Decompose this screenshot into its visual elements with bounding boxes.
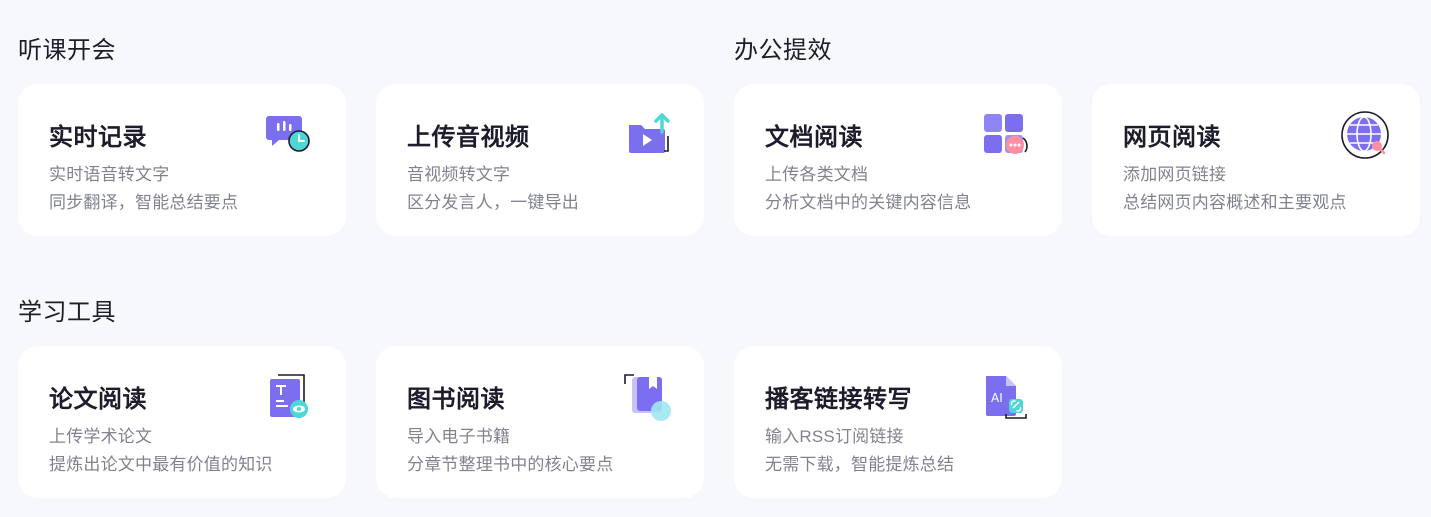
card-desc-line2: 区分发言人，一键导出 [407,193,579,212]
card-upload-media[interactable]: 上传音视频 音视频转文字 区分发言人，一键导出 [376,84,704,236]
ai-file-link-icon: AI [982,372,1032,422]
section-title-meeting: 听课开会 [18,37,116,64]
svg-text:AI: AI [991,391,1003,405]
card-desc-line2: 总结网页内容概述和主要观点 [1123,193,1347,212]
card-webpage-reading[interactable]: 网页阅读 添加网页链接 总结网页内容概述和主要观点 [1092,84,1420,236]
card-desc-line2: 分析文档中的关键内容信息 [765,193,972,212]
card-desc-line2: 同步翻译，智能总结要点 [49,193,239,212]
card-title: 播客链接转写 [765,386,912,413]
card-title: 文档阅读 [765,124,863,151]
card-desc-line1: 导入电子书籍 [407,427,511,446]
card-desc-line1: 音视频转文字 [407,165,511,184]
card-title: 上传音视频 [407,124,530,151]
globe-search-icon [1340,110,1390,160]
card-desc-line1: 上传各类文档 [765,165,869,184]
card-desc-line2: 提炼出论文中最有价值的知识 [49,455,273,474]
book-icon [624,372,674,422]
folder-upload-icon [624,110,674,160]
card-document-reading[interactable]: 文档阅读 上传各类文档 分析文档中的关键内容信息 [734,84,1062,236]
card-desc-line2: 无需下载，智能提炼总结 [765,455,955,474]
card-title: 论文阅读 [49,386,147,413]
card-desc-line1: 输入RSS订阅链接 [765,427,904,446]
card-realtime-record[interactable]: 实时记录 实时语音转文字 同步翻译，智能总结要点 [18,84,346,236]
section-title-study: 学习工具 [18,299,116,326]
paper-eye-icon [266,372,316,422]
card-desc-line1: 实时语音转文字 [49,165,170,184]
document-grid-icon [982,110,1032,160]
chat-clock-icon [266,110,316,160]
card-title: 网页阅读 [1123,124,1221,151]
card-title: 图书阅读 [407,386,505,413]
section-title-office: 办公提效 [734,37,832,64]
card-book-reading[interactable]: 图书阅读 导入电子书籍 分章节整理书中的核心要点 [376,346,704,498]
card-paper-reading[interactable]: 论文阅读 上传学术论文 提炼出论文中最有价值的知识 [18,346,346,498]
card-desc-line2: 分章节整理书中的核心要点 [407,455,614,474]
card-desc-line1: 上传学术论文 [49,427,153,446]
card-desc-line1: 添加网页链接 [1123,165,1227,184]
card-podcast-transcribe[interactable]: 播客链接转写 输入RSS订阅链接 无需下载，智能提炼总结 AI [734,346,1062,498]
card-title: 实时记录 [49,124,147,151]
